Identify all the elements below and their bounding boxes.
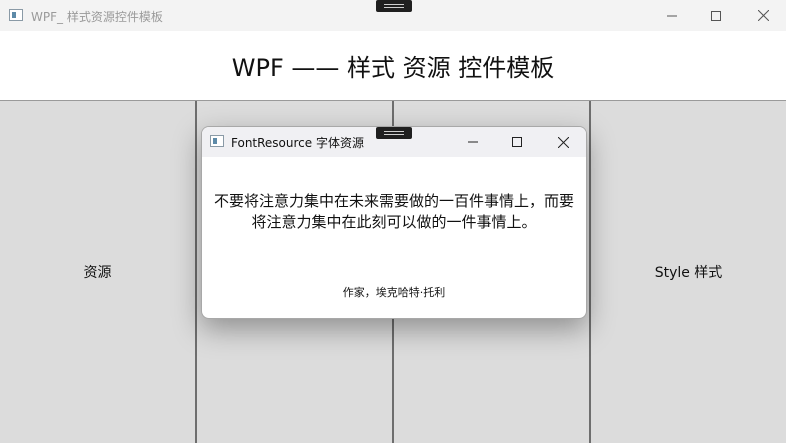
quote-line-1: 不要将注意力集中在未来需要做的一百件事情上，而要 [213,192,574,210]
font-resource-dialog: FontResource 字体资源 不要将注意力集中在未来需要做的一百件事情上，… [201,126,587,319]
dialog-app-icon [210,135,224,147]
app-icon [9,9,23,21]
quote-text: 不要将注意力集中在未来需要做的一百件事情上，而要 将注意力集中在此刻可以做的一件… [202,191,586,233]
dialog-content: 不要将注意力集中在未来需要做的一百件事情上，而要 将注意力集中在此刻可以做的一件… [202,157,586,318]
main-titlebar[interactable]: WPF_ 样式资源控件模板 [0,0,786,31]
dialog-close-button[interactable] [540,127,586,157]
minimize-icon [468,141,478,143]
dialog-maximize-button[interactable] [494,127,540,157]
dialog-drag-handle-icon[interactable] [376,127,412,139]
panel-style[interactable]: Style 样式 [591,101,786,443]
close-button[interactable] [740,0,786,31]
quote-author: 作家，埃克哈特·托利 [342,286,446,299]
close-icon [557,136,569,148]
minimize-icon [667,15,677,16]
maximize-icon [711,10,721,21]
header-title: WPF —— 样式 资源 控件模板 [231,54,555,82]
close-icon [757,10,769,21]
dialog-title: FontResource 字体资源 [231,136,364,150]
maximize-icon [512,137,522,147]
maximize-button[interactable] [693,0,739,31]
dialog-minimize-button[interactable] [450,127,496,157]
window-title: WPF_ 样式资源控件模板 [31,10,163,24]
header-bar: WPF —— 样式 资源 控件模板 [0,31,786,101]
quote-line-2: 将注意力集中在此刻可以做的一件事情上。 [251,213,537,231]
panel-resource[interactable]: 资源 [0,101,197,443]
minimize-button[interactable] [649,0,695,31]
dialog-titlebar[interactable]: FontResource 字体资源 [202,127,586,157]
drag-handle-icon[interactable] [376,0,412,12]
